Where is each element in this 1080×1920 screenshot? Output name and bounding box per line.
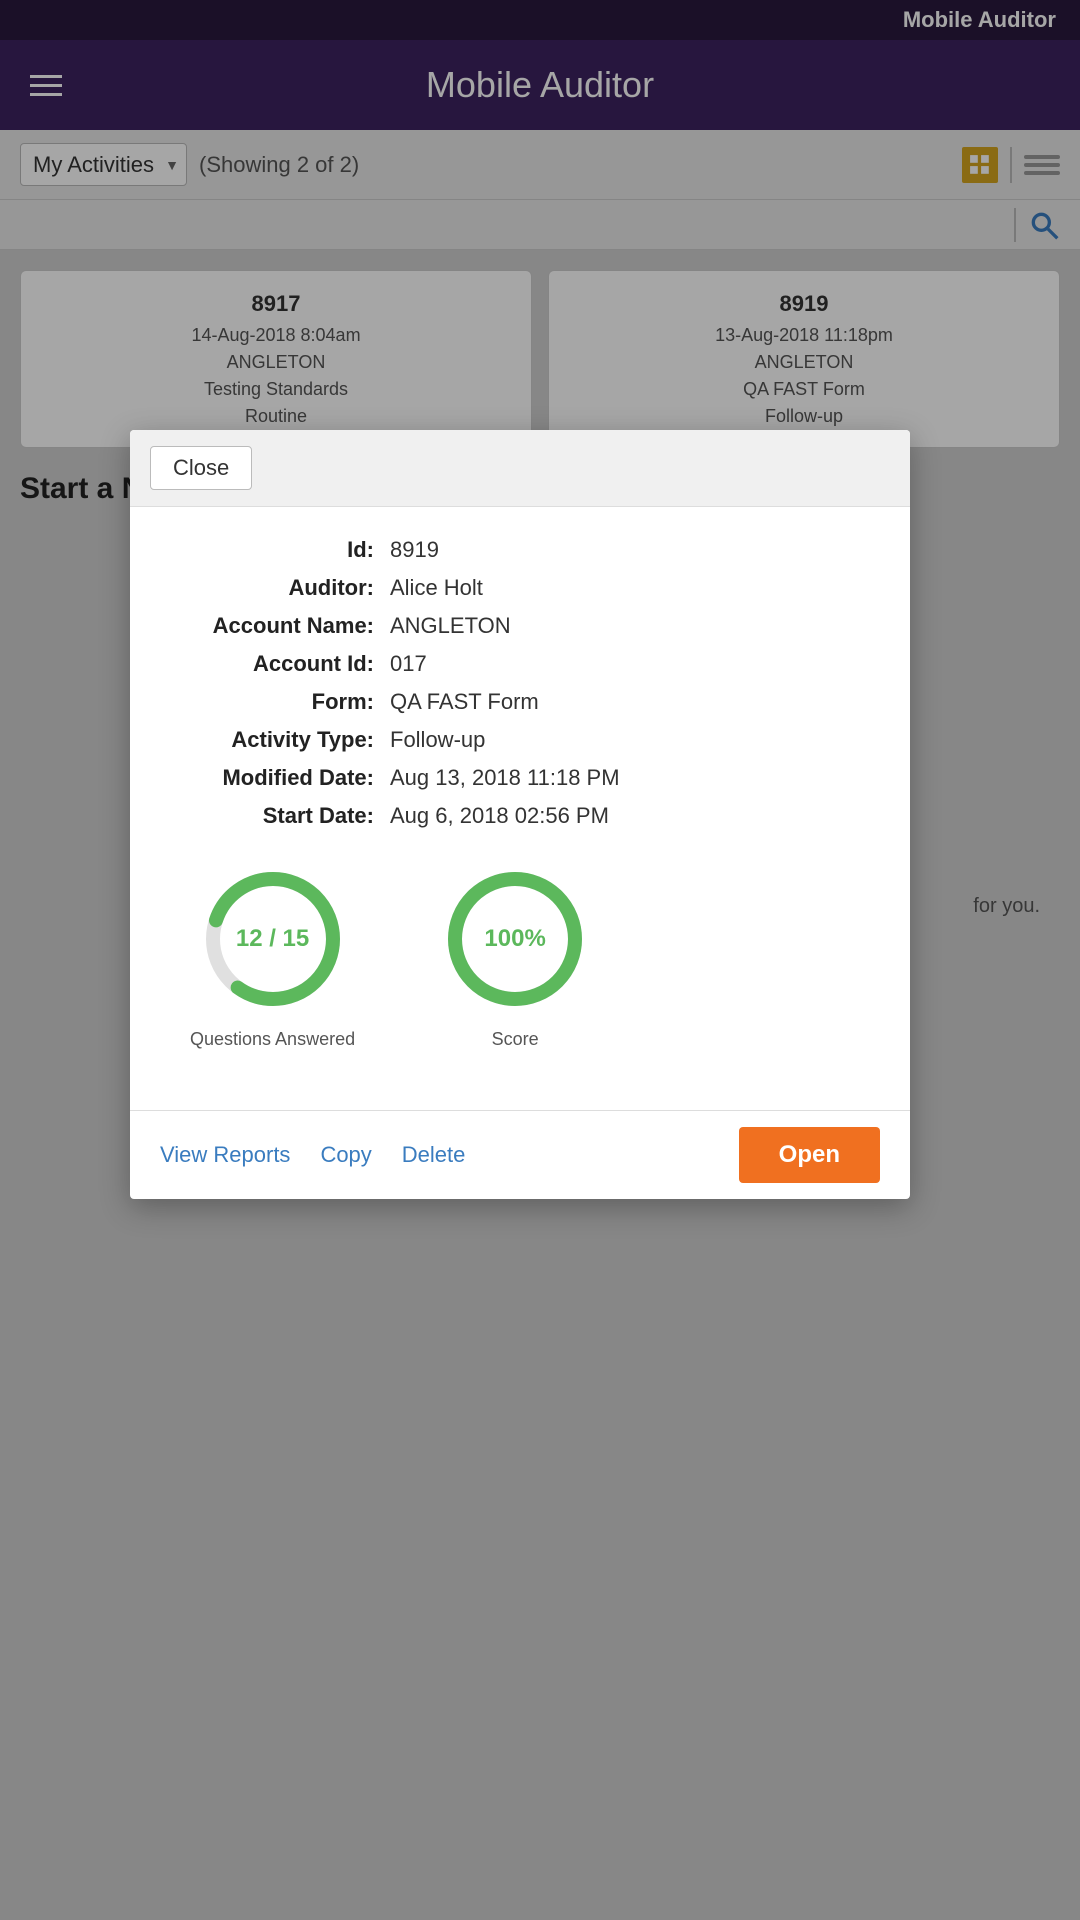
detail-row-start-date: Start Date: Aug 6, 2018 02:56 PM — [170, 803, 870, 829]
open-button[interactable]: Open — [739, 1127, 880, 1183]
value-id: 8919 — [390, 537, 870, 563]
value-account-name: ANGLETON — [390, 613, 870, 639]
label-id: Id: — [170, 537, 390, 563]
score-value: 100% — [484, 925, 545, 953]
score-chart: 100% Score — [435, 859, 595, 1050]
detail-row-account-id: Account Id: 017 — [170, 651, 870, 677]
modal-header: Close — [130, 430, 910, 507]
detail-row-account-name: Account Name: ANGLETON — [170, 613, 870, 639]
detail-row-activity-type: Activity Type: Follow-up — [170, 727, 870, 753]
detail-row-id: Id: 8919 — [170, 537, 870, 563]
value-form: QA FAST Form — [390, 689, 870, 715]
value-modified-date: Aug 13, 2018 11:18 PM — [390, 765, 870, 791]
label-auditor: Auditor: — [170, 575, 390, 601]
score-label: Score — [492, 1029, 539, 1050]
label-account-id: Account Id: — [170, 651, 390, 677]
score-donut: 100% — [435, 859, 595, 1019]
detail-row-auditor: Auditor: Alice Holt — [170, 575, 870, 601]
value-start-date: Aug 6, 2018 02:56 PM — [390, 803, 870, 829]
activity-detail-modal: Close Id: 8919 Auditor: Alice Holt Accou… — [130, 430, 910, 1199]
value-auditor: Alice Holt — [390, 575, 870, 601]
view-reports-button[interactable]: View Reports — [160, 1142, 290, 1168]
modal-footer: View Reports Copy Delete Open — [130, 1110, 910, 1199]
charts-row: 12 / 15 Questions Answered 100% Score — [170, 859, 870, 1050]
value-activity-type: Follow-up — [390, 727, 870, 753]
value-account-id: 017 — [390, 651, 870, 677]
label-activity-type: Activity Type: — [170, 727, 390, 753]
questions-answered-label: Questions Answered — [190, 1029, 355, 1050]
label-modified-date: Modified Date: — [170, 765, 390, 791]
close-button[interactable]: Close — [150, 446, 252, 490]
label-start-date: Start Date: — [170, 803, 390, 829]
questions-answered-value: 12 / 15 — [236, 925, 309, 953]
detail-row-modified-date: Modified Date: Aug 13, 2018 11:18 PM — [170, 765, 870, 791]
label-form: Form: — [170, 689, 390, 715]
label-account-name: Account Name: — [170, 613, 390, 639]
questions-answered-chart: 12 / 15 Questions Answered — [190, 859, 355, 1050]
detail-table: Id: 8919 Auditor: Alice Holt Account Nam… — [170, 537, 870, 829]
delete-button[interactable]: Delete — [402, 1142, 466, 1168]
questions-donut: 12 / 15 — [193, 859, 353, 1019]
modal-body: Id: 8919 Auditor: Alice Holt Account Nam… — [130, 507, 910, 1110]
copy-button[interactable]: Copy — [320, 1142, 371, 1168]
detail-row-form: Form: QA FAST Form — [170, 689, 870, 715]
